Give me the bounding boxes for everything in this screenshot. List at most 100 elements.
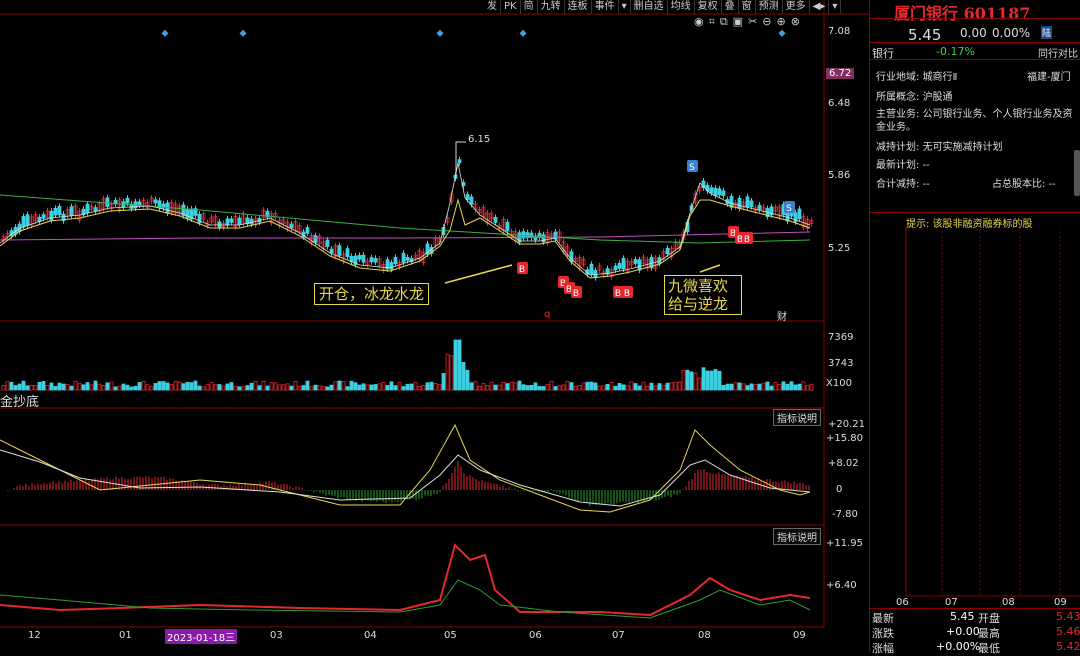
time-tick: 04 — [364, 630, 377, 641]
volume-bar — [249, 382, 254, 391]
volume-bar — [253, 380, 258, 391]
peer-compare-link[interactable]: 同行对比 — [1038, 45, 1078, 60]
candle — [153, 199, 158, 204]
volume-bar — [593, 382, 598, 391]
volume-bar — [693, 372, 698, 391]
crop-icon[interactable]: ⌗ — [709, 15, 715, 29]
volume-bar — [337, 380, 342, 391]
volume-bar — [493, 384, 498, 391]
volume-bar — [757, 383, 762, 391]
volume-bar — [521, 384, 526, 391]
candle — [713, 187, 718, 197]
volume-bar — [77, 382, 82, 391]
volume-bar — [73, 380, 78, 391]
volume-bar — [305, 380, 310, 391]
toolbar-item[interactable]: ◀▸ — [810, 0, 830, 14]
high-marker-line — [455, 141, 466, 176]
volume-bar — [433, 383, 438, 391]
ma-line-purple — [0, 231, 811, 241]
volume-bar — [677, 381, 682, 391]
volume-bar — [209, 382, 214, 391]
volume-bar — [557, 385, 562, 391]
volume-bar — [357, 384, 362, 391]
toolbar-item[interactable]: ▾ — [619, 0, 631, 14]
image-icon[interactable]: ▣ — [733, 15, 743, 29]
toolbar-item[interactable]: 均线 — [668, 0, 695, 14]
kline-svg[interactable]: SSBBB B B BBB B — [0, 0, 869, 652]
concept-val[interactable]: 沪股通 — [923, 92, 953, 103]
cut-icon[interactable]: ✂ — [748, 15, 757, 29]
volume-bar — [97, 383, 102, 391]
latest-key: 最新计划: — [876, 160, 920, 171]
total-val: -- — [922, 179, 930, 190]
toolbar-item[interactable]: 复权 — [695, 0, 722, 14]
volume-bar — [109, 381, 114, 391]
volume-bar — [741, 383, 746, 391]
zoom-in-icon[interactable]: ⊕ — [777, 15, 786, 29]
toolbar-item[interactable]: 更多 — [783, 0, 810, 14]
stock-info-panel: 厦门银行 601187 5.45 0.00 0.00% 陆 银行 -0.17% … — [869, 0, 1080, 655]
ind1-tick: 0 — [836, 484, 843, 495]
toolbar-item[interactable]: 九转 — [538, 0, 565, 14]
volume-bar — [801, 381, 806, 391]
volume-bar — [621, 384, 626, 391]
region: 福建-厦门 — [1027, 72, 1071, 83]
indicator2-help-button[interactable]: 指标说明 — [773, 528, 821, 545]
copy-icon[interactable]: ⧉ — [720, 15, 728, 29]
panel-scrollbar[interactable] — [1074, 150, 1080, 196]
volume-bar — [425, 382, 430, 391]
reduce-val: 无可实施减持计划 — [922, 142, 1003, 153]
time-tick: 03 — [270, 630, 283, 641]
candle — [49, 210, 54, 221]
event-diamond — [161, 29, 169, 37]
zoom-out-icon[interactable]: ⊖ — [762, 15, 771, 29]
volume-bar — [525, 385, 530, 391]
candle — [373, 257, 378, 263]
volume-bar — [453, 339, 458, 391]
toolbar-item[interactable]: ▾ — [829, 0, 842, 14]
business-val: 公司银行业务、个人银行业务及资 — [922, 109, 1073, 120]
volume-bar — [21, 380, 26, 391]
volume-bar — [185, 381, 190, 391]
candle — [125, 197, 130, 204]
volume-bar — [41, 381, 46, 391]
volume-bar — [369, 384, 374, 391]
toolbar-item[interactable]: 删自选 — [631, 0, 668, 14]
toolbar-item[interactable]: 叠 — [722, 0, 739, 14]
volume-bar — [769, 385, 774, 391]
candle — [249, 218, 254, 225]
toolbar-item[interactable]: 发 — [484, 0, 501, 14]
quote-val: +0.00 — [946, 625, 980, 638]
toolbar-item[interactable]: PK — [501, 0, 521, 14]
eye-icon[interactable]: ◉ — [694, 15, 704, 29]
volume-bar — [205, 384, 210, 391]
volume-bar — [457, 339, 462, 391]
volume-bar — [297, 386, 302, 391]
sell-marker-text: S — [689, 163, 695, 173]
callout-right-line2: 给与逆龙 — [668, 295, 729, 313]
toolbar-item[interactable]: 窗 — [739, 0, 756, 14]
volume-bar — [113, 386, 118, 391]
candle — [25, 214, 30, 226]
volume-bar — [197, 385, 202, 391]
volume-bar — [261, 380, 266, 391]
volume-bar — [381, 382, 386, 391]
reduce-key: 减持计划: — [876, 142, 920, 153]
volume-tick: 7369 — [828, 332, 854, 343]
toolbar-item[interactable]: 简 — [521, 0, 538, 14]
indicator1-help-button[interactable]: 指标说明 — [773, 409, 821, 426]
volume-bar — [709, 370, 714, 391]
quote-val: 5.45 — [950, 610, 975, 623]
close-icon[interactable]: ⊗ — [791, 15, 800, 29]
price-highlight: 6.72 — [826, 68, 855, 79]
mini-chart — [905, 228, 1080, 597]
ind1-tick: +20.21 — [828, 419, 866, 430]
toolbar-item[interactable]: 事件 — [592, 0, 619, 14]
volume-bar — [241, 386, 246, 391]
industry-key: 行业地域: — [876, 72, 920, 83]
toolbar-item[interactable]: 预测 — [756, 0, 783, 14]
kline-chart-area[interactable]: SSBBBBBBBBB 发 PK 简九转 连板 事件 ▾ 删自选 均线 复权叠窗预测 更多 ◀▸ ▾ … — [0, 0, 869, 652]
toolbar-item[interactable]: 连板 — [565, 0, 592, 14]
candle — [313, 235, 318, 243]
buy-marker-text: B — [624, 289, 630, 299]
